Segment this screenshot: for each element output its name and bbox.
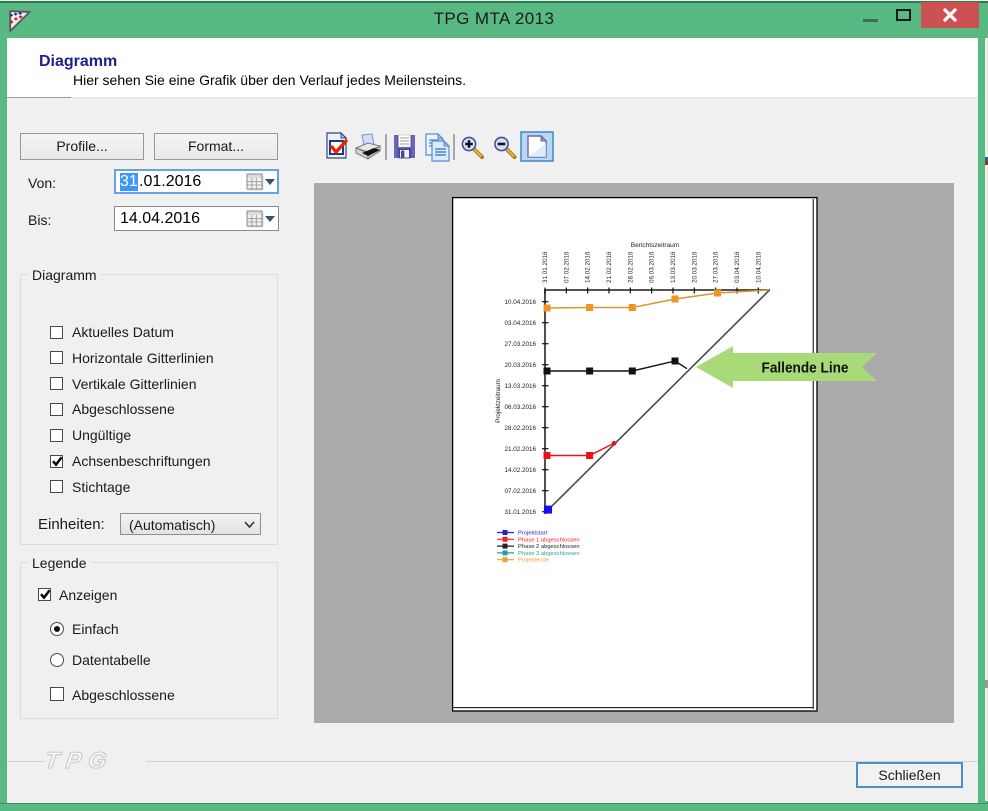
svg-text:Phase 1 abgeschlossen: Phase 1 abgeschlossen xyxy=(518,537,580,543)
svg-text:21.02.2016: 21.02.2016 xyxy=(504,446,536,453)
svg-text:28.02.2016: 28.02.2016 xyxy=(504,425,536,432)
svg-text:07.02.2016: 07.02.2016 xyxy=(563,251,570,283)
svg-text:Projektzeitraum: Projektzeitraum xyxy=(495,379,502,423)
svg-text:20.03.2016: 20.03.2016 xyxy=(504,362,536,369)
svg-text:10.04.2016: 10.04.2016 xyxy=(504,299,536,306)
svg-text:10.04.2016: 10.04.2016 xyxy=(755,251,762,283)
svg-text:07.02.2016: 07.02.2016 xyxy=(504,488,536,495)
svg-text:03.04.2016: 03.04.2016 xyxy=(734,251,741,283)
svg-text:28.02.2016: 28.02.2016 xyxy=(627,251,634,283)
svg-text:03.04.2016: 03.04.2016 xyxy=(504,320,536,327)
svg-text:Phase 2 abgeschlossen: Phase 2 abgeschlossen xyxy=(518,544,580,550)
svg-text:Fallende Line: Fallende Line xyxy=(762,361,849,377)
svg-text:21.02.2016: 21.02.2016 xyxy=(606,251,613,283)
svg-text:14.02.2016: 14.02.2016 xyxy=(585,251,592,283)
svg-text:13.03.2016: 13.03.2016 xyxy=(670,251,677,283)
svg-text:06.03.2016: 06.03.2016 xyxy=(649,251,656,283)
svg-text:20.03.2016: 20.03.2016 xyxy=(691,251,698,283)
svg-text:14.02.2016: 14.02.2016 xyxy=(504,467,536,474)
svg-text:31.01.2016: 31.01.2016 xyxy=(542,251,549,283)
svg-text:Projektstart: Projektstart xyxy=(518,531,548,537)
svg-text:31.01.2016: 31.01.2016 xyxy=(504,509,536,516)
svg-text:Phase 3 abgeschlossen: Phase 3 abgeschlossen xyxy=(518,551,580,557)
svg-text:Projektende: Projektende xyxy=(518,558,549,564)
svg-text:13.03.2016: 13.03.2016 xyxy=(504,383,536,390)
svg-text:27.03.2016: 27.03.2016 xyxy=(504,341,536,348)
svg-text:27.03.2016: 27.03.2016 xyxy=(713,251,720,283)
svg-text:Berichtszeitraum: Berichtszeitraum xyxy=(631,242,679,249)
svg-text:06.03.2016: 06.03.2016 xyxy=(504,404,536,411)
